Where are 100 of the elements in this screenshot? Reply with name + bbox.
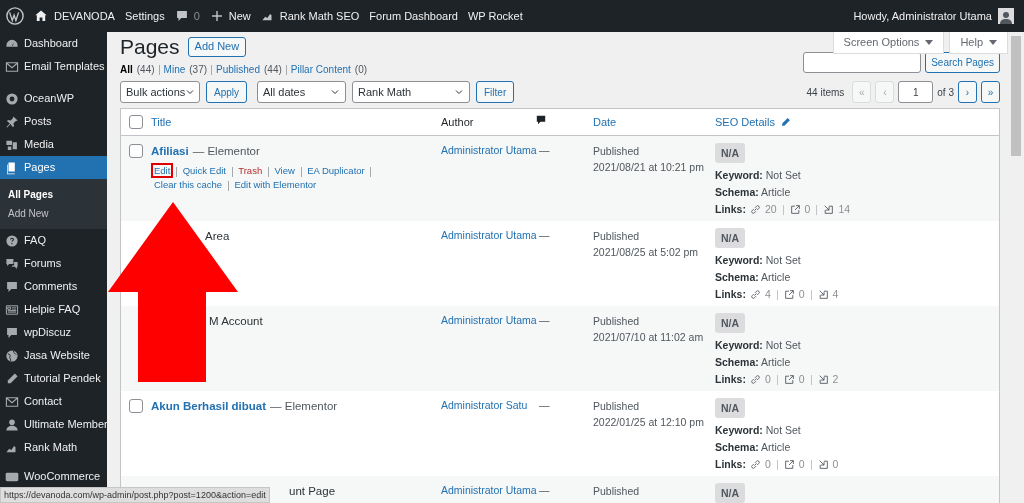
pagination-button[interactable]: › — [958, 81, 977, 103]
sidebar-item[interactable]: Tutorial Pendek — [0, 367, 107, 390]
author-link[interactable]: Administrator Utama — [441, 484, 537, 496]
post-status: Published — [593, 144, 641, 159]
sidebar-item[interactable]: Contact — [0, 390, 107, 413]
link-count: 0 — [798, 372, 805, 387]
row-action-link[interactable]: Edit — [151, 163, 174, 179]
pencil-icon — [779, 116, 791, 128]
links-label: Links: — [715, 287, 746, 302]
sidebar-item[interactable]: Forums — [0, 252, 107, 275]
dropdown[interactable]: Rank Math — [352, 81, 470, 103]
comments-link[interactable]: 0 — [174, 7, 200, 25]
filter-button[interactable]: Filter — [476, 81, 515, 103]
row-action-link[interactable]: EA Duplicator — [304, 163, 368, 179]
page-number-field[interactable]: 1 — [898, 81, 934, 103]
page-title-link[interactable]: Akun Berhasil dibuat — [151, 398, 267, 416]
search-field[interactable] — [803, 52, 922, 73]
row-action-link[interactable]: Quick Edit — [179, 163, 229, 179]
keyword-line: Keyword: Not Set — [715, 338, 801, 353]
checkbox[interactable] — [129, 399, 143, 413]
author-link[interactable]: Administrator Utama — [441, 144, 537, 156]
checkbox[interactable] — [129, 115, 143, 129]
row-action-link[interactable]: View — [271, 163, 298, 179]
account-menu[interactable]: Howdy, Administrator Utama — [853, 7, 1018, 25]
post-status: Published — [593, 229, 641, 244]
page-title-link[interactable]: Afiliasi — [151, 143, 189, 161]
sidebar-item[interactable]: Email Templates — [0, 55, 107, 78]
author-link[interactable]: Administrator Utama — [441, 229, 537, 241]
author-link[interactable]: Administrator Utama — [441, 314, 537, 326]
row-action-link[interactable]: Edit with Elementor — [231, 177, 320, 193]
view-filter-link[interactable]: All — [120, 62, 133, 77]
status-url-tooltip: https://devanoda.com/wp-admin/post.php?post=1200&action=edit — [0, 487, 270, 503]
external-link-icon — [789, 204, 801, 215]
forum-icon — [5, 256, 19, 271]
sidebar-item[interactable]: Rank Math — [0, 436, 107, 459]
view-count: (0) — [354, 63, 368, 77]
sidebar-item[interactable]: WooCommerce — [0, 465, 107, 488]
view-filter-link[interactable]: Mine — [163, 62, 186, 77]
view-filter-link[interactable]: Published — [216, 62, 260, 77]
link-count: 2 — [832, 372, 839, 387]
comment-count: — — [539, 399, 550, 411]
seo-score-badge: N/A — [715, 483, 745, 503]
sidebar-item[interactable]: wpDiscuz — [0, 321, 107, 344]
row-action-link[interactable]: Clear this cache — [151, 177, 226, 193]
sidebar-item[interactable]: Helpie FAQ — [0, 298, 107, 321]
link-icon — [749, 289, 761, 300]
submenu-item[interactable]: Add New — [0, 204, 107, 223]
new-link[interactable]: New — [209, 7, 251, 25]
schema-line: Schema: Article — [715, 355, 791, 370]
caret-icon — [989, 40, 997, 45]
comment-icon — [5, 279, 19, 294]
page-title-link[interactable]: Area — [205, 228, 230, 246]
column-header[interactable]: Title — [151, 115, 172, 128]
column-header: Author — [441, 115, 474, 128]
external-link-icon — [783, 459, 795, 470]
screen-tab[interactable]: Screen Options — [832, 32, 945, 54]
link-count: 0 — [804, 202, 811, 217]
sidebar-item[interactable]: Posts — [0, 110, 107, 133]
sidebar-item[interactable]: Pages — [0, 156, 107, 179]
sidebar-item[interactable]: Comments — [0, 275, 107, 298]
apply-button[interactable]: Apply — [206, 81, 247, 103]
column-header[interactable]: Date — [593, 115, 617, 128]
search-button[interactable]: Search Pages — [925, 52, 1000, 73]
view-count: (44) — [264, 63, 282, 77]
row-action-link[interactable]: Trash — [235, 163, 266, 179]
rank-math-link[interactable]: Rank Math SEO — [260, 7, 360, 25]
sidebar-item[interactable]: Jasa Website — [0, 344, 107, 367]
item-count: 44 items — [806, 85, 845, 100]
author-link[interactable]: Administrator Satu — [441, 399, 528, 411]
sidebar-item[interactable]: Dashboard — [0, 32, 107, 55]
post-date: 2021/07/10 at 11:02 am — [593, 330, 705, 345]
link-count: 0 — [764, 372, 771, 387]
page-title-link[interactable]: unt Page — [289, 483, 336, 501]
chevron-icon — [454, 87, 464, 97]
view-filter-link[interactable]: Pillar Content — [290, 62, 351, 77]
column-header[interactable]: SEO Details — [715, 113, 791, 131]
submenu-item[interactable]: All Pages — [0, 185, 107, 204]
link-icon — [749, 374, 761, 385]
links-label: Links: — [715, 372, 746, 387]
pagination-button[interactable]: » — [981, 81, 1000, 103]
comment-icon — [5, 325, 19, 340]
wp-rocket-link[interactable]: WP Rocket — [467, 7, 523, 25]
settings-link[interactable]: Settings — [124, 7, 165, 25]
add-new-button[interactable]: Add New — [187, 36, 247, 57]
forum-dashboard-link[interactable]: Forum Dashboard — [369, 7, 458, 25]
comment-count: — — [539, 484, 550, 496]
page-title-link[interactable]: M Account — [209, 313, 263, 331]
screen-tab[interactable]: Help — [949, 32, 1008, 54]
site-link[interactable]: DEVANODA — [34, 7, 115, 25]
sidebar-item[interactable]: FAQ — [0, 229, 107, 252]
link-count: 0 — [798, 457, 805, 472]
comment-count: — — [539, 144, 550, 156]
link-count: 14 — [838, 202, 851, 217]
dropdown[interactable]: Bulk actions — [120, 81, 200, 103]
sidebar-item[interactable]: Ultimate Member — [0, 413, 107, 436]
sidebar-item[interactable]: Media — [0, 133, 107, 156]
user-icon — [5, 417, 19, 432]
checkbox[interactable] — [129, 144, 143, 158]
sidebar-item[interactable]: OceanWP — [0, 87, 107, 110]
dropdown[interactable]: All dates — [257, 81, 346, 103]
